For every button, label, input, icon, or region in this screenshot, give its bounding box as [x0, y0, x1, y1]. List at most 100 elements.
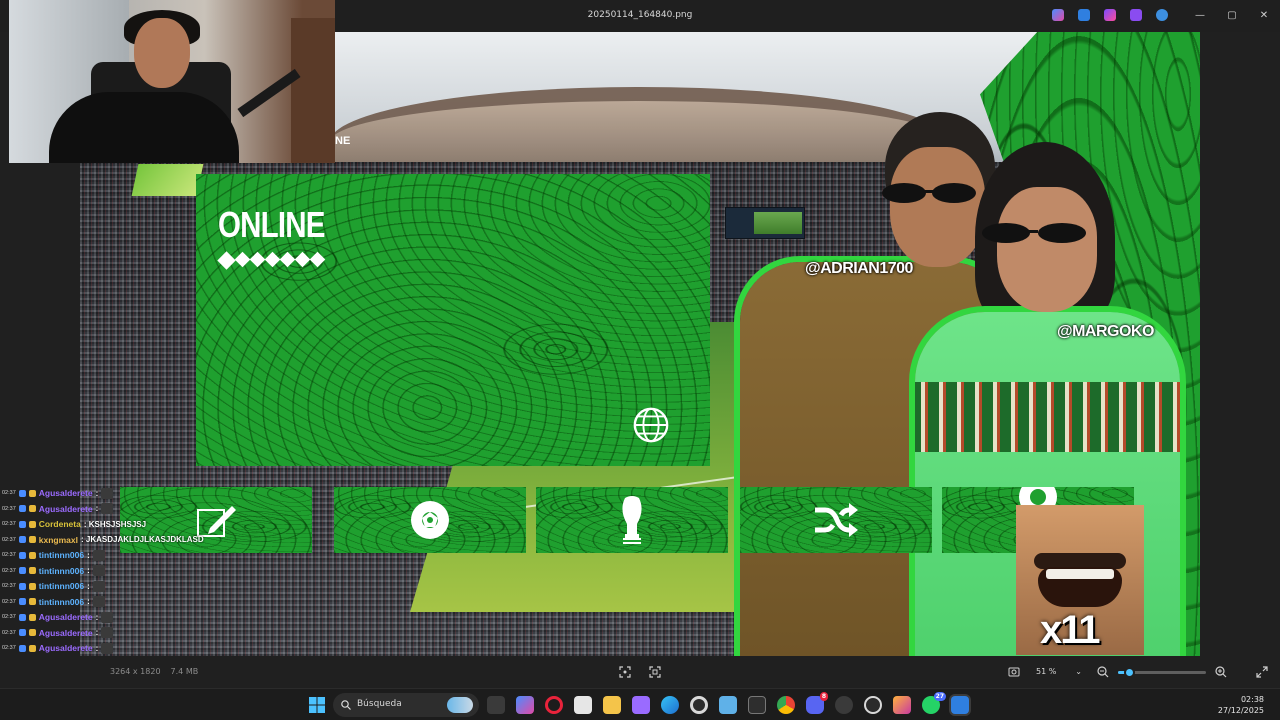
- photos-icon[interactable]: [951, 696, 969, 714]
- chat-badge-icon: [18, 629, 26, 636]
- pen-app-icon[interactable]: [632, 696, 650, 714]
- chat-timestamp: 02:37: [2, 567, 16, 574]
- chat-crown-icon: [28, 551, 36, 559]
- clipchamp-icon[interactable]: [1104, 9, 1116, 21]
- chat-message: 02:37 kxngmaxl: JKASDJAKLDJLKASJDKLASD: [2, 533, 204, 547]
- chat-message: 02:37 Agusalderete:: [2, 641, 114, 655]
- opera-icon[interactable]: [545, 696, 563, 714]
- edge-icon[interactable]: [661, 696, 679, 714]
- image-dimensions: 3264 x 1820: [110, 667, 161, 676]
- designer-icon[interactable]: [1130, 9, 1142, 21]
- chat-message: 02:37 Agusalderete:: [2, 502, 114, 516]
- chat-badge-icon: [18, 567, 26, 574]
- photos-edit-icon[interactable]: [1078, 9, 1090, 21]
- chat-text: : JKASDJAKLDJLKASJDKLASD: [80, 535, 204, 544]
- maximize-button[interactable]: ▢: [1216, 0, 1248, 32]
- discord-icon[interactable]: 8: [806, 692, 828, 714]
- close-button[interactable]: ✕: [1248, 0, 1280, 32]
- tile-trophy: [536, 487, 728, 553]
- chat-username[interactable]: Agusalderete: [39, 612, 93, 622]
- ccleaner-icon[interactable]: [690, 696, 708, 714]
- tile-ball-1: [334, 487, 526, 553]
- terminal-icon[interactable]: [748, 696, 766, 714]
- titlebar-app-icons: [1052, 9, 1168, 21]
- chat-username[interactable]: tintinnn006: [39, 566, 84, 576]
- chat-badge-icon: [18, 582, 26, 590]
- panel-title: ONLINE: [218, 204, 325, 245]
- chat-crown-icon: [28, 613, 36, 621]
- store-icon[interactable]: [574, 696, 592, 714]
- search-placeholder: Búsqueda: [357, 699, 402, 709]
- file-explorer-icon[interactable]: [603, 696, 621, 714]
- chat-timestamp: 02:37: [2, 490, 16, 496]
- chat-message: 02:37 Agusalderete:: [2, 610, 114, 624]
- chat-username[interactable]: Agusalderete: [39, 504, 93, 514]
- chat-username[interactable]: Cordeneta: [39, 519, 81, 529]
- chat-username[interactable]: Agusalderete: [39, 628, 93, 638]
- chat-text: :: [87, 581, 90, 591]
- chat-emote-icon: [101, 627, 114, 638]
- chrome-icon[interactable]: [777, 696, 795, 714]
- chat-emote-icon: [92, 549, 105, 561]
- chevron-down-icon: ⌄: [1075, 667, 1082, 676]
- chat-crown-icon: [28, 582, 36, 590]
- chat-crown-icon: [28, 489, 36, 497]
- vivaldi-icon[interactable]: [893, 696, 911, 714]
- zoom-in-icon[interactable]: [1215, 666, 1227, 678]
- windows-taskbar: Búsqueda 8 27 02:38 27/12/2025: [0, 688, 1280, 720]
- chat-username[interactable]: tintinnn006: [39, 550, 84, 560]
- chat-message: 02:37 Agusalderete:: [2, 486, 114, 500]
- zoom-slider-thumb[interactable]: [1123, 667, 1135, 678]
- chat-username[interactable]: tintinnn006: [39, 581, 84, 591]
- chat-emote-icon: [101, 487, 114, 499]
- diamond-decoration: [217, 251, 326, 270]
- chat-crown-icon: [28, 644, 36, 652]
- meme-emote-image: x11: [1016, 505, 1144, 655]
- chat-badge-icon: [18, 551, 26, 559]
- chat-emote-icon: [92, 565, 105, 576]
- task-view-icon[interactable]: [487, 696, 505, 714]
- chat-text: : KSHSJSHSJSJ: [83, 519, 147, 529]
- zoom-out-icon[interactable]: [1097, 666, 1109, 678]
- cut-off-text: NE: [335, 135, 351, 147]
- minimize-button[interactable]: —: [1184, 0, 1216, 32]
- screenshot-icon[interactable]: [1008, 666, 1020, 678]
- clock-date: 27/12/2025: [1217, 706, 1264, 715]
- copilot-icon[interactable]: [1052, 9, 1064, 21]
- onedrive-icon[interactable]: [1156, 9, 1168, 21]
- copilot-icon[interactable]: [516, 696, 534, 714]
- actual-size-icon[interactable]: [649, 666, 661, 678]
- fullscreen-icon[interactable]: [1256, 666, 1268, 678]
- windows-start-icon[interactable]: [309, 697, 325, 713]
- settings-gear-icon[interactable]: [835, 696, 853, 714]
- taskbar-search[interactable]: Búsqueda: [333, 693, 479, 717]
- online-panel: ONLINE: [196, 174, 710, 466]
- chat-timestamp: 02:37: [2, 598, 16, 605]
- zoom-slider[interactable]: [1118, 667, 1206, 678]
- discord-badge: 8: [819, 692, 828, 701]
- whatsapp-icon[interactable]: 27: [922, 692, 946, 714]
- chat-timestamp: 02:37: [2, 614, 16, 620]
- obs-icon[interactable]: [864, 696, 882, 714]
- chat-text: :: [87, 550, 90, 560]
- chat-text: :: [95, 643, 99, 653]
- chat-timestamp: 02:37: [2, 521, 16, 527]
- system-clock[interactable]: 02:38 27/12/2025: [1218, 694, 1264, 716]
- chat-message: 02:37 tintinnn006:: [2, 548, 105, 562]
- chat-username[interactable]: Agusalderete: [39, 643, 93, 653]
- notepad-icon[interactable]: [719, 696, 737, 714]
- chat-badge-icon: [18, 598, 26, 605]
- fit-screen-icon[interactable]: [619, 666, 631, 678]
- led-board: [131, 164, 204, 196]
- chat-timestamp: 02:37: [2, 629, 16, 636]
- chat-username[interactable]: kxngmaxl: [39, 535, 78, 545]
- zoom-dropdown[interactable]: 51 % ⌄: [1030, 663, 1088, 681]
- chat-badge-icon: [18, 505, 26, 512]
- chat-emote-icon: [92, 580, 105, 592]
- chat-username[interactable]: Agusalderete: [39, 488, 93, 498]
- ball-icon: [411, 501, 449, 539]
- chat-crown-icon: [28, 567, 36, 574]
- chat-username[interactable]: tintinnn006: [39, 597, 84, 607]
- chat-badge-icon: [18, 520, 26, 528]
- whatsapp-badge: 27: [933, 692, 946, 701]
